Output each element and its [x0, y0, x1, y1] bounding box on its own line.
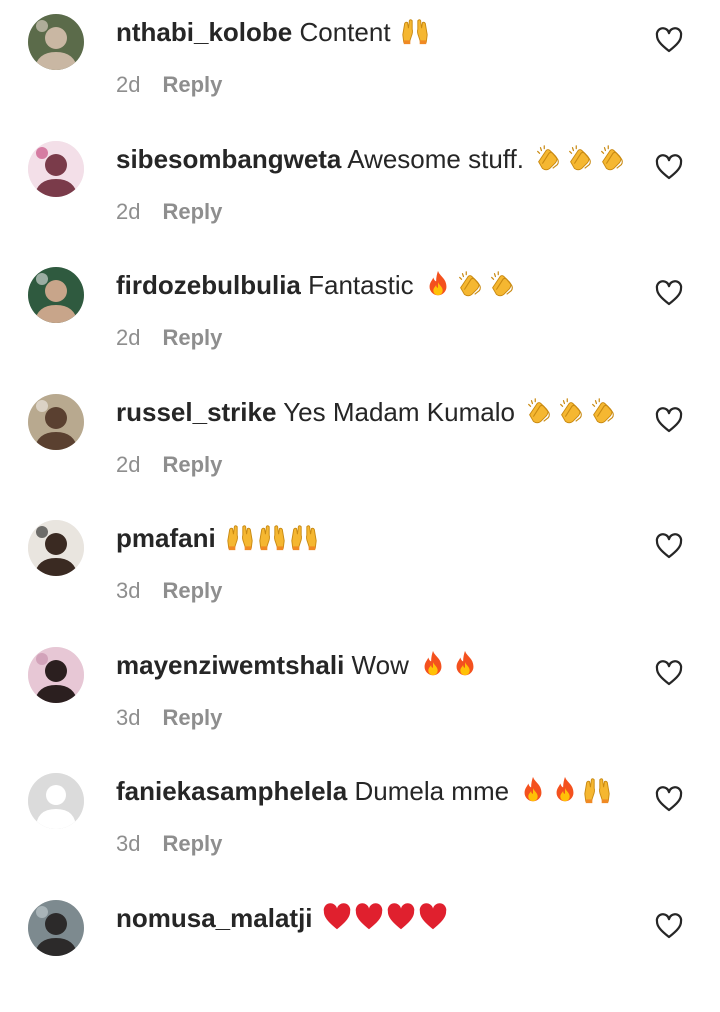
- comment-row: mayenziwemtshali Wow 3d Reply: [0, 633, 720, 759]
- clapping-hands-emoji-icon: [597, 143, 627, 173]
- comment-timestamp: 3d: [116, 831, 141, 856]
- fire-emoji-icon: [518, 775, 548, 805]
- comment-username[interactable]: mayenziwemtshali: [116, 650, 344, 680]
- reply-button[interactable]: Reply: [162, 831, 222, 856]
- comment-body: nomusa_malatji: [116, 900, 636, 936]
- comment-meta: 2d Reply: [116, 197, 222, 227]
- reply-button[interactable]: Reply: [162, 199, 222, 224]
- red-heart-emoji-icon: [418, 902, 448, 932]
- fire-emoji-icon: [450, 649, 480, 679]
- raising-hands-emoji-icon: [289, 522, 319, 552]
- raising-hands-emoji-icon: [225, 522, 255, 552]
- comment-body: faniekasamphelela Dumela mme: [116, 773, 636, 809]
- like-heart-icon[interactable]: [654, 26, 684, 54]
- like-heart-icon[interactable]: [654, 785, 684, 813]
- raising-hands-emoji-icon: [582, 775, 612, 805]
- like-heart-icon[interactable]: [654, 406, 684, 434]
- comment-meta: 2d Reply: [116, 323, 222, 353]
- clapping-hands-emoji-icon: [533, 143, 563, 173]
- comment-username[interactable]: russel_strike: [116, 397, 276, 427]
- comment-text: Dumela mme: [354, 776, 510, 806]
- raising-hands-emoji-icon: [400, 16, 430, 46]
- comment-row: sibesombangweta Awesome stuff. 2d Reply: [0, 127, 720, 253]
- comment-meta: 3d Reply: [116, 576, 222, 606]
- reply-button[interactable]: Reply: [162, 578, 222, 603]
- comment-text: Yes Madam Kumalo: [283, 396, 515, 427]
- reply-button[interactable]: Reply: [162, 325, 222, 350]
- comment-body: nthabi_kolobe Content: [116, 14, 636, 50]
- comment-text: Content: [299, 17, 391, 47]
- avatar[interactable]: [28, 646, 84, 703]
- comment-text: Awesome stuff.: [347, 143, 524, 174]
- comment-list: nthabi_kolobe Content 2d Reply sibesombang…: [0, 0, 720, 956]
- comment-username[interactable]: nthabi_kolobe: [116, 17, 292, 47]
- clapping-hands-emoji-icon: [524, 396, 554, 426]
- comment-row: firdozebulbulia Fantastic 2d Reply: [0, 253, 720, 379]
- raising-hands-emoji-icon: [257, 522, 287, 552]
- comment-timestamp: 2d: [116, 451, 141, 477]
- clapping-hands-emoji-icon: [487, 269, 517, 299]
- comment-body: russel_strike Yes Madam Kumalo: [116, 394, 636, 430]
- avatar[interactable]: [28, 899, 84, 956]
- comment-timestamp: 3d: [116, 578, 141, 603]
- avatar[interactable]: [28, 773, 84, 829]
- red-heart-emoji-icon: [322, 902, 352, 932]
- comment-body: sibesombangweta Awesome stuff.: [116, 141, 636, 177]
- comment-body: pmafani: [116, 520, 636, 556]
- clapping-hands-emoji-icon: [565, 143, 595, 173]
- comment-timestamp: 2d: [116, 198, 141, 224]
- comment-text: Fantastic: [308, 270, 414, 300]
- comment-meta: 2d Reply: [116, 70, 222, 100]
- comment-username[interactable]: faniekasamphelela: [116, 776, 347, 806]
- comment-username[interactable]: firdozebulbulia: [116, 270, 301, 300]
- comment-username[interactable]: sibesombangweta: [116, 144, 341, 174]
- like-heart-icon[interactable]: [654, 912, 684, 940]
- comment-row: pmafani 3d Reply: [0, 506, 720, 632]
- like-heart-icon[interactable]: [654, 153, 684, 181]
- fire-emoji-icon: [550, 775, 580, 805]
- avatar[interactable]: [28, 267, 84, 323]
- like-heart-icon[interactable]: [654, 279, 684, 307]
- red-heart-emoji-icon: [386, 902, 416, 932]
- fire-emoji-icon: [418, 649, 448, 679]
- comment-body: firdozebulbulia Fantastic: [116, 267, 636, 303]
- reply-button[interactable]: Reply: [162, 705, 222, 730]
- clapping-hands-emoji-icon: [455, 269, 485, 299]
- like-heart-icon[interactable]: [654, 659, 684, 687]
- comment-meta: 3d Reply: [116, 829, 222, 859]
- avatar[interactable]: [28, 14, 84, 70]
- comment-meta: 2d Reply: [116, 450, 222, 480]
- like-heart-icon[interactable]: [654, 532, 684, 560]
- reply-button[interactable]: Reply: [162, 72, 222, 97]
- comment-timestamp: 3d: [116, 704, 141, 730]
- reply-button[interactable]: Reply: [162, 452, 222, 477]
- red-heart-emoji-icon: [354, 902, 384, 932]
- comment-meta: 3d Reply: [116, 703, 222, 733]
- comment-timestamp: 2d: [116, 72, 141, 97]
- comment-text: Wow: [351, 649, 409, 680]
- comment-timestamp: 2d: [116, 325, 141, 350]
- comment-row: faniekasamphelela Dumela mme 3d Reply: [0, 759, 720, 885]
- comment-row: nomusa_malatji: [0, 886, 720, 1012]
- clapping-hands-emoji-icon: [588, 396, 618, 426]
- avatar[interactable]: [28, 393, 84, 450]
- comment-row: russel_strike Yes Madam Kumalo 2d Reply: [0, 380, 720, 506]
- comment-row: nthabi_kolobe Content 2d Reply: [0, 0, 720, 126]
- comment-username[interactable]: nomusa_malatji: [116, 903, 313, 933]
- comment-body: mayenziwemtshali Wow: [116, 647, 636, 683]
- avatar[interactable]: [28, 520, 84, 576]
- avatar[interactable]: [28, 140, 84, 197]
- clapping-hands-emoji-icon: [556, 396, 586, 426]
- fire-emoji-icon: [423, 269, 453, 299]
- comment-username[interactable]: pmafani: [116, 523, 216, 553]
